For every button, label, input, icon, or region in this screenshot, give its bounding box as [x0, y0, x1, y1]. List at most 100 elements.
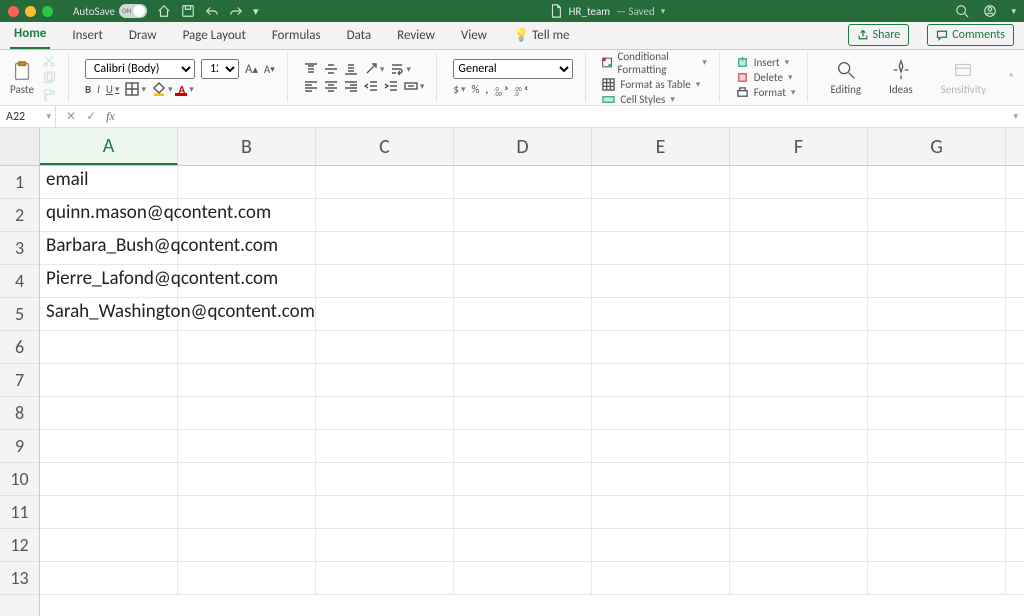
cell-D1[interactable] [454, 166, 592, 198]
align-bottom-icon[interactable] [344, 62, 358, 76]
cell-C6[interactable] [316, 331, 454, 363]
cell-F11[interactable] [730, 496, 868, 528]
align-left-icon[interactable] [304, 79, 318, 93]
row-header-4[interactable]: 4 [0, 265, 39, 298]
percent-format-icon[interactable]: % [472, 83, 480, 96]
font-size-select[interactable]: 12 [201, 59, 239, 79]
cell-C12[interactable] [316, 529, 454, 561]
font-name-select[interactable]: Calibri (Body) [85, 59, 195, 79]
cell-B13[interactable] [178, 562, 316, 594]
cell-F7[interactable] [730, 364, 868, 396]
row-header-11[interactable]: 11 [0, 496, 39, 529]
maximize-window-icon[interactable] [42, 6, 53, 17]
tab-data[interactable]: Data [343, 24, 376, 49]
name-box[interactable]: A22▾ [0, 106, 56, 127]
cell-C7[interactable] [316, 364, 454, 396]
ideas-button[interactable]: Ideas [883, 59, 919, 96]
cell-C9[interactable] [316, 430, 454, 462]
cell-A7[interactable] [40, 364, 178, 396]
cell-F8[interactable] [730, 397, 868, 429]
increase-decimal-icon[interactable]: .0.00 [494, 83, 508, 97]
cell-E6[interactable] [592, 331, 730, 363]
cell-B9[interactable] [178, 430, 316, 462]
account-dropdown-icon[interactable]: ▾ [1011, 6, 1016, 17]
cell-F2[interactable] [730, 199, 868, 231]
insert-cells-button[interactable]: Insert▾ [736, 56, 796, 69]
comments-button[interactable]: Comments [927, 24, 1014, 46]
cell-F4[interactable] [730, 265, 868, 297]
cell-C10[interactable] [316, 463, 454, 495]
row-header-13[interactable]: 13 [0, 562, 39, 595]
bold-button[interactable]: B [85, 83, 91, 96]
column-header-F[interactable]: F [730, 128, 868, 165]
increase-font-icon[interactable]: A▴ [245, 62, 258, 77]
cell-A9[interactable] [40, 430, 178, 462]
underline-button[interactable]: U [106, 83, 120, 96]
row-header-5[interactable]: 5 [0, 298, 39, 331]
column-header-D[interactable]: D [454, 128, 592, 165]
cell-C5[interactable] [316, 298, 454, 330]
cell-A6[interactable] [40, 331, 178, 363]
tab-draw[interactable]: Draw [125, 24, 161, 49]
row-header-2[interactable]: 2 [0, 199, 39, 232]
namebox-dropdown-icon[interactable]: ▾ [46, 111, 51, 122]
decrease-indent-icon[interactable] [364, 79, 378, 93]
cell-F1[interactable] [730, 166, 868, 198]
format-cells-button[interactable]: Format▾ [736, 86, 796, 99]
cell-E11[interactable] [592, 496, 730, 528]
tab-formulas[interactable]: Formulas [268, 24, 325, 49]
align-center-icon[interactable] [324, 79, 338, 93]
cell-A13[interactable] [40, 562, 178, 594]
cell-C3[interactable] [316, 232, 454, 264]
accounting-format-icon[interactable]: $ [453, 83, 465, 96]
cell-B1[interactable] [178, 166, 316, 198]
cell-C4[interactable] [316, 265, 454, 297]
cell-G5[interactable] [868, 298, 1006, 330]
account-icon[interactable] [983, 4, 997, 18]
tab-page-layout[interactable]: Page Layout [179, 24, 250, 49]
cell-G4[interactable] [868, 265, 1006, 297]
italic-button[interactable]: I [97, 83, 100, 96]
formula-input[interactable] [125, 110, 1014, 124]
cell-G10[interactable] [868, 463, 1006, 495]
column-header-B[interactable]: B [178, 128, 316, 165]
cell-G12[interactable] [868, 529, 1006, 561]
sensitivity-button[interactable]: Sensitivity [935, 59, 992, 96]
column-header-A[interactable]: A [40, 128, 178, 165]
tab-insert[interactable]: Insert [68, 24, 107, 49]
cell-B11[interactable] [178, 496, 316, 528]
column-header-E[interactable]: E [592, 128, 730, 165]
cell-G1[interactable] [868, 166, 1006, 198]
cell-F13[interactable] [730, 562, 868, 594]
autosave-switch-icon[interactable]: ON [119, 4, 147, 18]
cell-E8[interactable] [592, 397, 730, 429]
column-header-G[interactable]: G [868, 128, 1006, 165]
paste-button[interactable]: Paste [10, 60, 34, 96]
merge-center-icon[interactable] [404, 79, 425, 93]
cell-F12[interactable] [730, 529, 868, 561]
cell-F6[interactable] [730, 331, 868, 363]
enter-formula-icon[interactable]: ✓ [86, 109, 96, 124]
expand-formula-bar-icon[interactable]: ▾ [1013, 111, 1024, 122]
column-header-C[interactable]: C [316, 128, 454, 165]
cell-F9[interactable] [730, 430, 868, 462]
cell-styles-button[interactable]: Cell Styles▾ [602, 93, 706, 106]
row-header-12[interactable]: 12 [0, 529, 39, 562]
cell-D10[interactable] [454, 463, 592, 495]
cell-F10[interactable] [730, 463, 868, 495]
cell-B7[interactable] [178, 364, 316, 396]
cell-F3[interactable] [730, 232, 868, 264]
cell-E2[interactable] [592, 199, 730, 231]
cell-D7[interactable] [454, 364, 592, 396]
home-icon[interactable] [157, 4, 171, 18]
cell-A5[interactable]: Sarah_Washington@qcontent.com [40, 298, 178, 330]
decrease-font-icon[interactable]: A▾ [264, 63, 275, 76]
cell-A3[interactable]: Barbara_Bush@qcontent.com [40, 232, 178, 264]
collapse-ribbon-icon[interactable]: ˄ [1008, 53, 1014, 102]
row-header-3[interactable]: 3 [0, 232, 39, 265]
cell-E10[interactable] [592, 463, 730, 495]
cell-A1[interactable]: email [40, 166, 178, 198]
save-icon[interactable] [181, 4, 195, 18]
cell-F5[interactable] [730, 298, 868, 330]
conditional-formatting-button[interactable]: Conditional Formatting▾ [602, 50, 706, 76]
